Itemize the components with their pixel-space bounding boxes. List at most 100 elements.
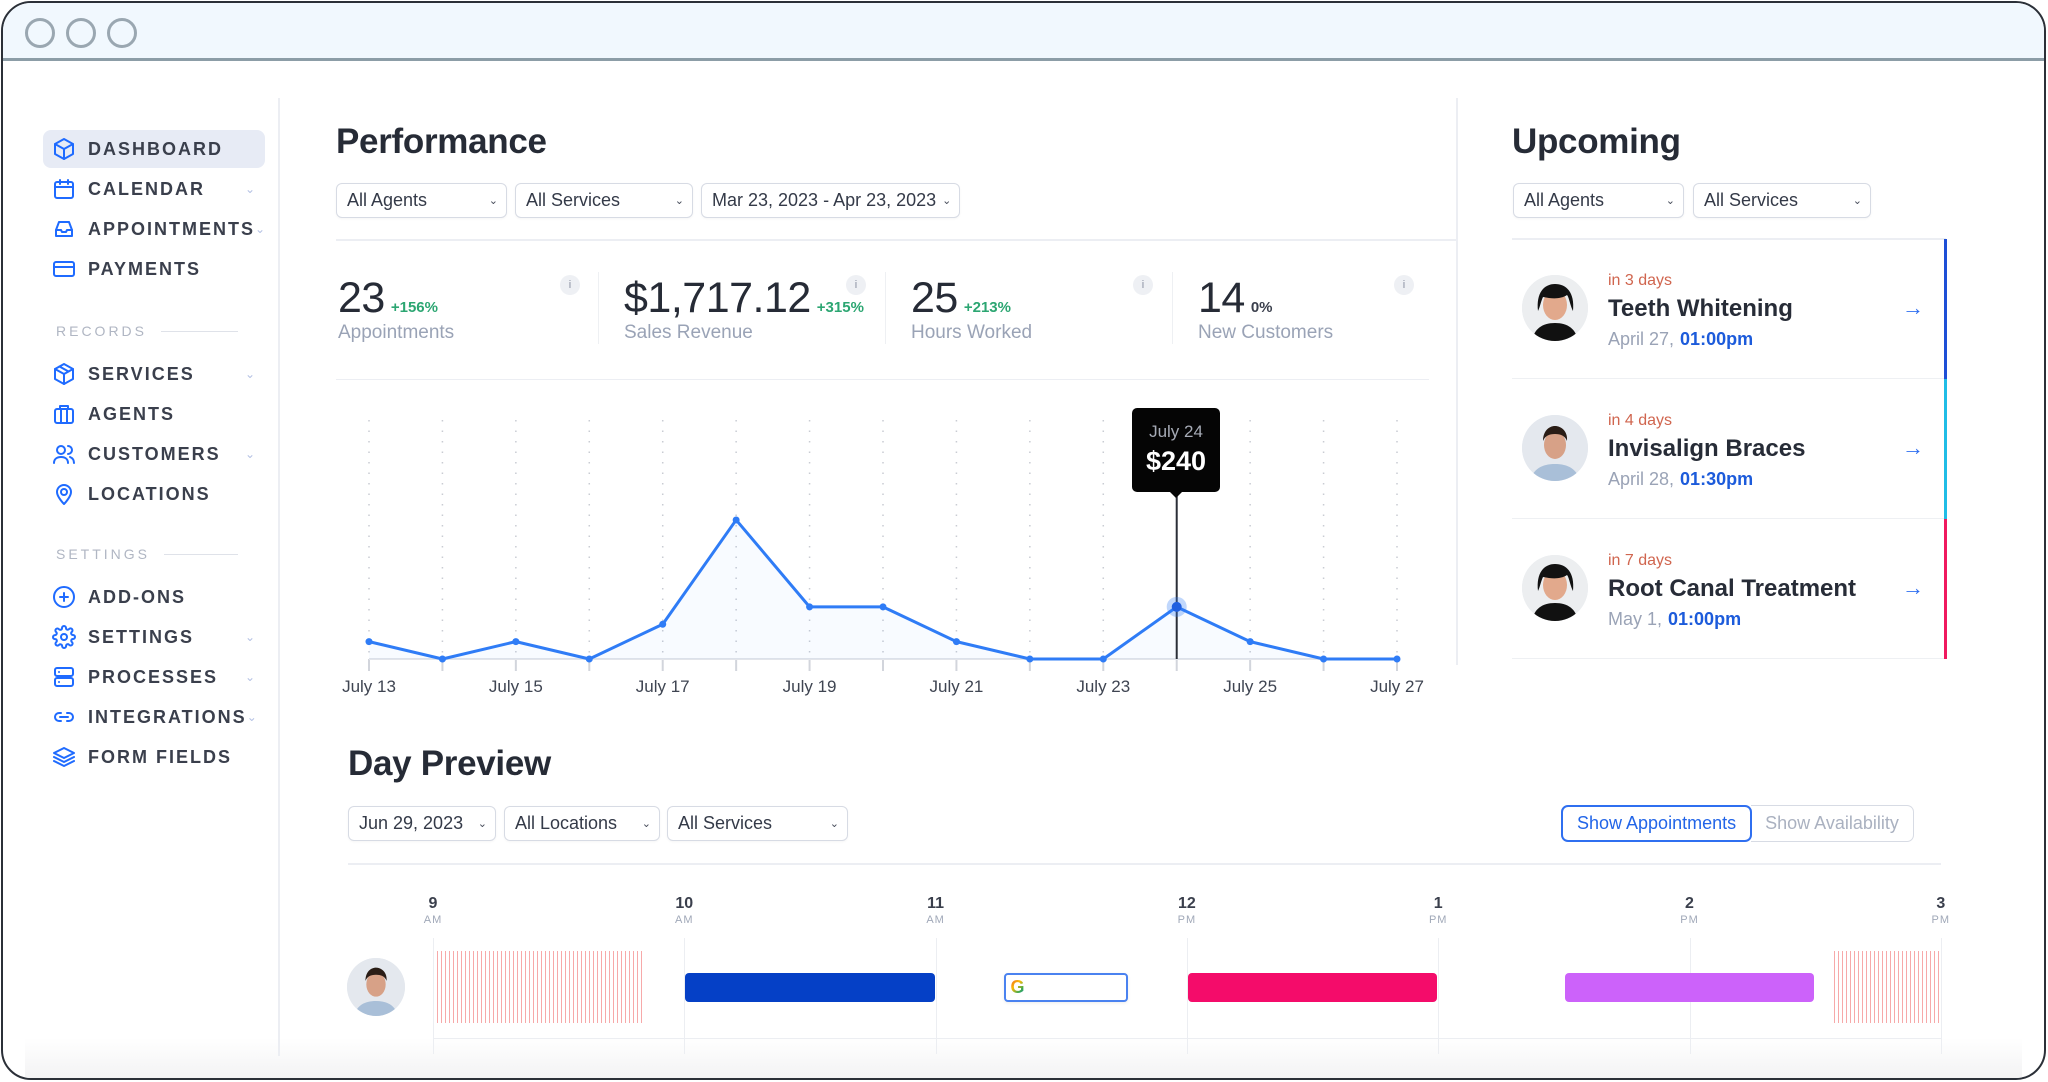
select-value: All Services [526,190,621,210]
chevron-down-icon[interactable]: ⌄ [243,447,257,461]
upcoming-services-select[interactable]: All Services ⌄ [1693,183,1871,218]
select-value: All Agents [347,190,428,210]
tooltip-date: July 24 [1149,422,1203,441]
sidebar-item-form-fields[interactable]: FORM FIELDS [43,738,265,776]
sidebar-item-label: SETTINGS [88,626,195,647]
agent-color-bar [1944,379,1947,519]
appointment-datetime: April 28, 01:30pm [1608,469,1753,490]
avatar [1522,415,1588,481]
sidebar-item-appointments[interactable]: APPOINTMENTS ⌄ [43,210,265,248]
appointment-block[interactable] [1564,973,1815,1002]
chevron-down-icon: ⌄ [1665,195,1675,207]
window-minimize-button[interactable] [66,18,96,48]
agent-color-bar [1944,519,1947,659]
info-icon[interactable]: i [560,275,580,295]
sidebar-item-label: CUSTOMERS [88,443,221,464]
performance-services-select[interactable]: All Services ⌄ [515,183,693,218]
hour-label: 10 AM [654,895,714,926]
upcoming-appointment-card[interactable]: in 7 days Root Canal Treatment May 1, 01:00… [1512,519,1946,659]
arrow-right-icon[interactable]: → [1902,575,1924,601]
day-preview-date-select[interactable]: Jun 29, 2023 ⌄ [348,806,496,841]
x-tick-label: July 27 [1370,677,1424,696]
sidebar-item-label: APPOINTMENTS [88,218,256,239]
performance-agents-select[interactable]: All Agents ⌄ [336,183,507,218]
arrow-right-icon[interactable]: → [1902,295,1924,321]
agent-avatar [347,958,405,1016]
x-tick-label: July 21 [929,677,983,696]
stat-separator [1172,272,1173,344]
stat-delta: +156% [390,299,438,316]
data-point [585,655,593,663]
appointment-block[interactable] [685,973,935,1002]
sidebar-item-customers[interactable]: CUSTOMERS ⌄ [43,435,265,473]
sidebar-item-services[interactable]: SERVICES ⌄ [43,355,265,393]
info-icon[interactable]: i [1133,275,1153,295]
upcoming-title: Upcoming [1512,122,1681,161]
appointment-block[interactable] [1187,973,1438,1002]
sidebar-item-agents[interactable]: AGENTS [43,395,265,433]
sidebar-item-dashboard[interactable]: DASHBOARD [43,130,265,168]
sidebar-item-locations[interactable]: LOCATIONS [43,475,265,513]
upcoming-appointment-card[interactable]: in 3 days Teeth Whitening April 27, 01:00pm… [1512,239,1946,379]
sidebar-divider [278,98,280,1056]
sidebar-item-add-ons[interactable]: ADD-ONS [43,578,265,616]
map-pin-icon [52,482,76,506]
data-point [1393,655,1401,663]
hour-gridline [1940,938,1942,1054]
arrow-right-icon[interactable]: → [1902,435,1924,461]
google-calendar-event[interactable]: G [1004,973,1129,1002]
appointment-time: 01:00pm [1668,609,1742,629]
stat-label: Sales Revenue [624,322,753,343]
info-icon[interactable]: i [1394,275,1414,295]
sidebar-item-label: ADD-ONS [88,586,186,607]
stat-delta: +315% [816,299,864,316]
stat-label: Appointments [338,322,455,343]
window-maximize-button[interactable] [107,18,137,48]
sidebar-item-calendar[interactable]: CALENDAR ⌄ [43,170,265,208]
hour-number: 11 [927,895,945,912]
sidebar-item-settings[interactable]: SETTINGS ⌄ [43,618,265,656]
stat-card-hours-worked: 25 +213% Hours Worked i [911,270,1161,350]
calendar-icon [52,177,76,201]
info-icon[interactable]: i [846,275,866,295]
performance-title: Performance [336,122,547,161]
upcoming-appointment-card[interactable]: in 4 days Invisalign Braces April 28, 01:30… [1512,379,1946,519]
hour-number: 9 [428,895,438,912]
chevron-down-icon[interactable]: ⌄ [243,182,257,196]
sidebar-item-payments[interactable]: PAYMENTS [43,250,265,288]
chevron-down-icon[interactable]: ⌄ [243,630,257,644]
chevron-down-icon[interactable]: ⌄ [243,670,257,684]
chevron-down-icon: ⌄ [829,818,839,830]
chart-tooltip: July 24 $240 [1132,408,1220,498]
credit-card-icon [52,257,76,281]
chevron-down-icon[interactable]: ⌄ [247,710,257,724]
chevron-down-icon: ⌄ [1852,195,1862,207]
show-availability-button[interactable]: Show Availability [1751,805,1914,842]
sidebar-item-label: DASHBOARD [88,138,223,159]
hour-gridline [1438,938,1440,1054]
sidebar-section-heading: SETTINGS [56,546,238,562]
chevron-down-icon[interactable]: ⌄ [243,367,257,381]
hour-period: PM [1680,914,1699,926]
chevron-down-icon: ⌄ [488,195,498,207]
x-tick-label: July 13 [342,677,396,696]
chevron-down-icon[interactable]: ⌄ [255,222,265,236]
x-tick-label: July 19 [783,677,837,696]
stat-value-wrap: $1,717.12 +315% [624,274,864,323]
performance-date-range-select[interactable]: Mar 23, 2023 - Apr 23, 2023 ⌄ [701,183,960,218]
day-preview-services-select[interactable]: All Services ⌄ [667,806,848,841]
upcoming-agents-select[interactable]: All Agents ⌄ [1513,183,1684,218]
agent-color-bar [1944,239,1947,379]
sidebar-section-heading: RECORDS [56,323,238,339]
unavailable-block [1833,951,1940,1023]
plus-circle-icon [52,585,76,609]
show-appointments-button[interactable]: Show Appointments [1561,805,1753,842]
window-close-button[interactable] [25,18,55,48]
sidebar-item-label: FORM FIELDS [88,746,232,767]
day-preview-locations-select[interactable]: All Locations ⌄ [504,806,660,841]
sidebar-item-integrations[interactable]: INTEGRATIONS ⌄ [43,698,265,736]
hour-number: 1 [1433,895,1443,912]
view-toggle: Show Appointments Show Availability [1561,805,1914,842]
sidebar-item-processes[interactable]: PROCESSES ⌄ [43,658,265,696]
sidebar-item-label: CALENDAR [88,178,205,199]
